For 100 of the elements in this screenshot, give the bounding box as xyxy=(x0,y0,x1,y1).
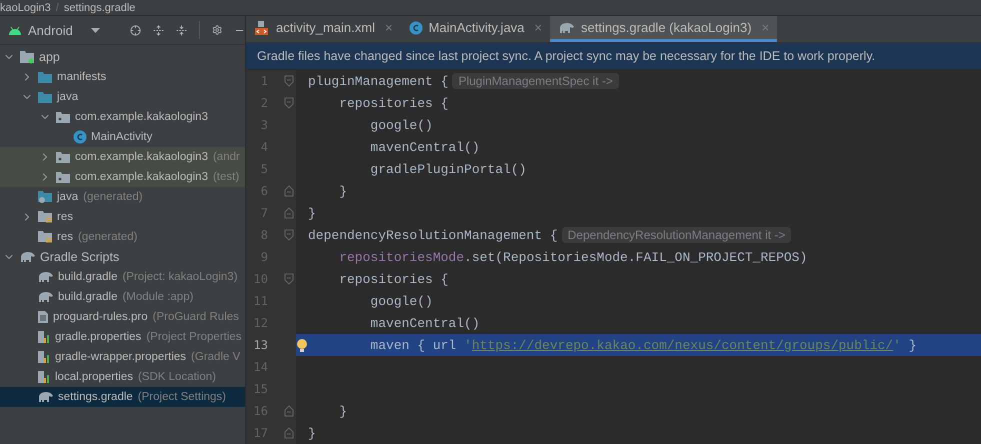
tree-item-hint: (ProGuard Rules xyxy=(152,311,239,323)
code-line: repositories { xyxy=(338,94,450,112)
elephant-icon xyxy=(37,391,54,403)
properties-file-icon xyxy=(37,370,51,384)
fold-marker-icon xyxy=(284,229,294,241)
locate-icon[interactable] xyxy=(130,22,141,38)
tree-item[interactable]: Gradle Scripts xyxy=(0,247,245,267)
tree-item-name: res xyxy=(57,211,73,223)
tree-item[interactable]: com.example.kakaologin3 xyxy=(0,107,245,127)
code-line: repositoriesMode.set(RepositoriesMode.FAIL_ON_PROJECT_REPOS) xyxy=(338,248,808,266)
tree-item[interactable]: com.example.kakaologin3 (andr xyxy=(0,147,245,167)
tree-item-name: local.properties xyxy=(55,371,133,383)
tree-item[interactable]: java (generated) xyxy=(0,187,245,207)
tree-item-name: MainActivity xyxy=(91,131,152,143)
tree-item[interactable]: gradle.properties (Project Properties xyxy=(0,327,245,347)
tree-item-hint: (Project: kakaoLogin3) xyxy=(122,271,238,283)
code-line: google() xyxy=(369,116,434,134)
fold-marker-icon xyxy=(284,405,294,417)
tree-item-hint: (andr xyxy=(212,151,240,163)
code-line: pluginManagement { PluginManagementSpec it -> xyxy=(296,70,981,92)
code-line: google() xyxy=(369,292,434,310)
class-icon xyxy=(408,20,423,35)
resource-folder-icon xyxy=(37,230,53,244)
tree-item-name: com.example.kakaologin3 xyxy=(75,111,208,123)
tab-label: activity_main.xml xyxy=(276,20,375,36)
code-line: gradlePluginPortal() xyxy=(369,160,528,178)
file-icon xyxy=(37,310,49,324)
tree-item[interactable]: proguard-rules.pro (ProGuard Rules xyxy=(0,307,245,327)
tree-item[interactable]: app xyxy=(0,47,245,67)
folder-icon xyxy=(37,90,53,104)
collapse-all-icon[interactable] xyxy=(176,22,187,38)
fold-marker-icon xyxy=(284,207,294,219)
code-line: mavenCentral() xyxy=(369,314,481,332)
tree-item-name: build.gradle xyxy=(58,271,118,283)
tree-item-name: java xyxy=(57,191,78,203)
code-line: } xyxy=(307,424,317,442)
editor-tab[interactable]: MainActivity.java × xyxy=(400,16,550,42)
expand-all-icon[interactable] xyxy=(152,22,164,38)
class-icon xyxy=(73,130,87,144)
layout-file-icon xyxy=(254,20,270,36)
properties-file-icon xyxy=(37,330,51,344)
code-line: mavenCentral() xyxy=(369,138,481,156)
code-line: } xyxy=(338,182,348,200)
tab-label: MainActivity.java xyxy=(428,20,524,36)
breadcrumb-project[interactable]: kaoLogin3 xyxy=(0,2,51,14)
fold-marker-icon xyxy=(284,185,294,197)
settings-icon[interactable] xyxy=(212,23,222,37)
editor-tab[interactable]: activity_main.xml × xyxy=(246,16,401,42)
tree-item-name: com.example.kakaologin3 xyxy=(75,171,208,183)
tree-item[interactable]: local.properties (SDK Location) xyxy=(0,367,245,387)
project-view-selector[interactable]: Android xyxy=(8,22,100,38)
tree-item-hint: (generated) xyxy=(78,231,138,243)
sync-notification: Gradle files have changed since last project sync. A project sync may be necessary for the IDE to work properly. xyxy=(246,43,981,69)
package-folder-icon xyxy=(55,170,71,184)
tree-item-name: res xyxy=(57,231,73,243)
module-folder-icon xyxy=(19,50,35,64)
generated-folder-icon xyxy=(37,190,53,204)
tree-item-hint: (Project Settings) xyxy=(138,391,226,403)
tree-item-name: Gradle Scripts xyxy=(40,250,120,264)
folder-icon xyxy=(37,70,53,84)
tree-item-name: app xyxy=(39,50,60,64)
tree-item[interactable]: settings.gradle (Project Settings) xyxy=(0,387,245,407)
tree-item-name: proguard-rules.pro xyxy=(53,311,148,323)
tree-item-name: java xyxy=(57,91,78,103)
fold-marker-icon xyxy=(284,273,294,285)
code-line: } xyxy=(338,402,348,420)
breadcrumb-separator: / xyxy=(56,2,59,14)
tree-item[interactable]: res xyxy=(0,207,245,227)
elephant-icon xyxy=(19,251,36,263)
fold-marker-icon xyxy=(284,427,294,439)
tree-item[interactable]: gradle-wrapper.properties (Gradle V xyxy=(0,347,245,367)
dropdown-arrow-icon xyxy=(90,28,100,32)
tree-item[interactable]: MainActivity xyxy=(0,127,245,147)
fold-marker-icon xyxy=(284,97,294,109)
tree-item[interactable]: res (generated) xyxy=(0,227,245,247)
tree-item[interactable]: com.example.kakaologin3 (test) xyxy=(0,167,245,187)
properties-file-icon xyxy=(37,350,51,364)
tree-item-hint: (generated) xyxy=(83,191,143,203)
breadcrumb-file[interactable]: settings.gradle xyxy=(64,2,136,14)
package-folder-icon xyxy=(55,110,71,124)
package-folder-icon xyxy=(55,150,71,164)
android-icon xyxy=(8,26,22,34)
tree-item-hint: (test) xyxy=(212,171,240,183)
line-number: 13 xyxy=(252,338,268,352)
tree-item-hint: (Module :app) xyxy=(122,291,194,303)
tree-item[interactable]: manifests xyxy=(0,67,245,87)
code-line: repositories { xyxy=(338,270,450,288)
tree-item-name: com.example.kakaologin3 xyxy=(75,151,208,163)
tree-item-name: manifests xyxy=(57,71,106,83)
fold-marker-icon xyxy=(284,75,294,87)
tree-item[interactable]: build.gradle (Project: kakaoLogin3) xyxy=(0,267,245,287)
elephant-icon xyxy=(37,271,54,283)
tab-label: settings.gradle (kakaoLogin3) xyxy=(581,20,752,36)
tree-item[interactable]: build.gradle (Module :app) xyxy=(0,287,245,307)
editor-tab[interactable]: settings.gradle (kakaoLogin3) × xyxy=(550,16,778,42)
code-line: dependencyResolutionManagement { DependencyResolutionManagement it -> xyxy=(296,224,981,246)
tree-item-hint: (Project Properties xyxy=(146,331,242,343)
tree-item[interactable]: java xyxy=(0,87,245,107)
tree-item-hint: (Gradle V xyxy=(191,351,240,363)
tree-item-name: settings.gradle xyxy=(58,391,133,403)
